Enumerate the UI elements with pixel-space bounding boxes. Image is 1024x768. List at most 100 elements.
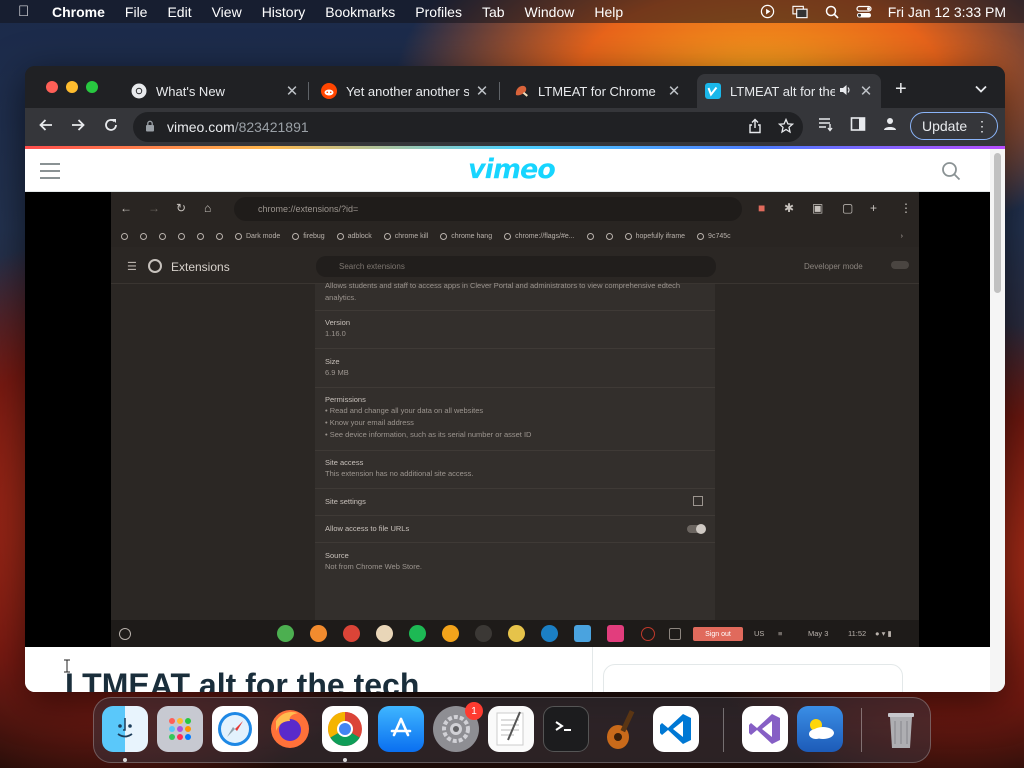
video-open-link-icon — [693, 496, 703, 506]
video-info-section: LTMEAT alt for the tech — [25, 647, 990, 692]
finder-icon[interactable] — [102, 706, 148, 752]
video-maps-icon — [277, 625, 294, 642]
close-tab-icon[interactable]: ✕ — [475, 82, 489, 100]
video-bookmark-icon — [178, 232, 185, 240]
menubar-clock[interactable]: Fri Jan 12 3:33 PM — [888, 4, 1006, 20]
lock-icon[interactable] — [145, 120, 157, 135]
video-extensions-logo-icon — [148, 259, 162, 273]
sidebar-card — [603, 664, 903, 692]
textedit-icon[interactable] — [488, 706, 534, 752]
garageband-icon[interactable] — [598, 706, 644, 752]
app-store-icon[interactable] — [378, 706, 424, 752]
chrome-dock-icon[interactable] — [322, 706, 368, 752]
tab-search-chevron-icon[interactable] — [975, 80, 987, 96]
back-button[interactable] — [35, 116, 57, 139]
screen-mirroring-icon[interactable] — [792, 5, 808, 19]
video-browser-toolbar: ← → ↻ ⌂ chrome://extensions/?id= ■ ✱ ▣ ▢… — [111, 192, 919, 225]
video-extensions-header: ☰ Extensions Search extensions Developer… — [111, 247, 919, 284]
menu-profiles[interactable]: Profiles — [415, 4, 462, 20]
hamburger-menu-icon[interactable] — [40, 163, 60, 184]
search-icon[interactable] — [941, 161, 961, 181]
browser-window: What's New ✕ Yet another another si ✕ LT… — [25, 66, 1005, 692]
menu-help[interactable]: Help — [594, 4, 623, 20]
video-menu-icon: ⋮ — [900, 201, 912, 215]
launchpad-icon[interactable] — [157, 706, 203, 752]
close-tab-icon[interactable]: ✕ — [859, 82, 873, 100]
web-page: vimeo ← → ↻ ⌂ chrome://extensions/?id= ■… — [25, 146, 1005, 692]
tab-reddit[interactable]: Yet another another si ✕ — [313, 74, 497, 108]
trash-icon[interactable] — [878, 706, 924, 752]
video-hamburger-icon: ☰ — [127, 261, 137, 273]
update-chrome-button[interactable]: Update ⋮ — [910, 112, 998, 140]
close-tab-icon[interactable]: ✕ — [667, 82, 681, 100]
safari-icon[interactable] — [212, 706, 258, 752]
bookmark-star-icon[interactable] — [777, 117, 795, 137]
new-tab-button[interactable]: + — [895, 78, 907, 101]
zoom-window-button[interactable] — [86, 81, 98, 93]
chrome-icon — [131, 83, 147, 99]
video-divider — [315, 310, 715, 311]
menu-view[interactable]: View — [212, 4, 242, 20]
video-site-access-value: This extension has no additional site ac… — [325, 469, 474, 478]
apple-icon[interactable]:  — [18, 3, 38, 20]
minimize-window-button[interactable] — [66, 81, 78, 93]
tab-ltmeat-alt-active[interactable]: LTMEAT alt for the ✕ — [697, 74, 881, 108]
video-bookmarks-chevron-icon: › — [900, 232, 903, 240]
video-record-icon — [641, 627, 655, 641]
side-panel-icon[interactable] — [847, 116, 869, 137]
video-bookmark: chrome hang — [440, 232, 492, 240]
video-stocks-icon — [475, 625, 492, 642]
tab-ltmeat-for-chrome[interactable]: LTMEAT for Chrome ✕ — [505, 74, 689, 108]
profile-avatar-icon[interactable] — [879, 116, 901, 137]
video-extension-details: Allows students and staff to access apps… — [315, 281, 715, 620]
menu-tab[interactable]: Tab — [482, 4, 505, 20]
control-center-icon[interactable] — [856, 5, 872, 19]
video-title: LTMEAT alt for the tech — [65, 667, 420, 692]
video-chromeos-shelf: Sign out US ≡ May 3 11:52 ● ▾ ▮ — [111, 620, 919, 647]
menu-window[interactable]: Window — [525, 4, 575, 20]
url-host: vimeo.com — [167, 119, 235, 135]
reload-button[interactable] — [100, 116, 122, 139]
page-scrollbar[interactable] — [990, 149, 1005, 692]
video-extensions-title: Extensions — [171, 260, 230, 274]
vscode-icon[interactable] — [653, 706, 699, 752]
video-player[interactable]: ← → ↻ ⌂ chrome://extensions/?id= ■ ✱ ▣ ▢… — [25, 192, 990, 647]
spotlight-search-icon[interactable] — [824, 5, 840, 19]
weather-icon[interactable] — [797, 706, 843, 752]
more-menu-icon[interactable]: ⋮ — [975, 118, 989, 135]
ltmeat-icon — [513, 83, 529, 99]
video-bookmark: chrome kill — [383, 232, 428, 240]
address-bar[interactable]: vimeo.com/823421891 — [133, 112, 803, 142]
speaker-icon[interactable] — [839, 84, 853, 99]
video-app-icon — [607, 625, 624, 642]
vimeo-icon — [705, 83, 721, 99]
play-icon[interactable] — [760, 4, 776, 19]
scrollbar-thumb[interactable] — [994, 153, 1001, 293]
menu-file[interactable]: File — [125, 4, 148, 20]
video-shelf-list-icon: ≡ — [778, 629, 783, 638]
tab-whats-new[interactable]: What's New ✕ — [123, 74, 307, 108]
video-site-access-label: Site access — [325, 458, 364, 467]
menu-history[interactable]: History — [262, 4, 306, 20]
reading-list-icon[interactable] — [815, 116, 837, 137]
menu-edit[interactable]: Edit — [167, 4, 191, 20]
video-address-bar: chrome://extensions/?id= — [234, 197, 742, 221]
video-permission-item: • See device information, such as its se… — [325, 430, 532, 439]
firefox-icon[interactable] — [267, 706, 313, 752]
share-icon[interactable] — [748, 118, 762, 137]
close-tab-icon[interactable]: ✕ — [285, 82, 299, 100]
dock-separator — [723, 708, 724, 752]
chrome-running-dot — [343, 758, 347, 762]
video-app-icon — [442, 625, 459, 642]
menu-app-name[interactable]: Chrome — [52, 4, 105, 20]
video-bookmark: firebug — [292, 232, 325, 240]
video-status-icons: ● ▾ ▮ — [875, 629, 892, 638]
vimeo-logo[interactable]: vimeo — [468, 154, 556, 185]
menu-bookmarks[interactable]: Bookmarks — [325, 4, 395, 20]
terminal-icon[interactable] — [543, 706, 589, 752]
forward-button[interactable] — [67, 116, 89, 139]
visual-studio-icon[interactable] — [742, 706, 788, 752]
menu-bar:  Chrome File Edit View History Bookmark… — [0, 0, 1024, 23]
close-window-button[interactable] — [46, 81, 58, 93]
system-settings-icon[interactable]: 1 — [433, 702, 483, 752]
